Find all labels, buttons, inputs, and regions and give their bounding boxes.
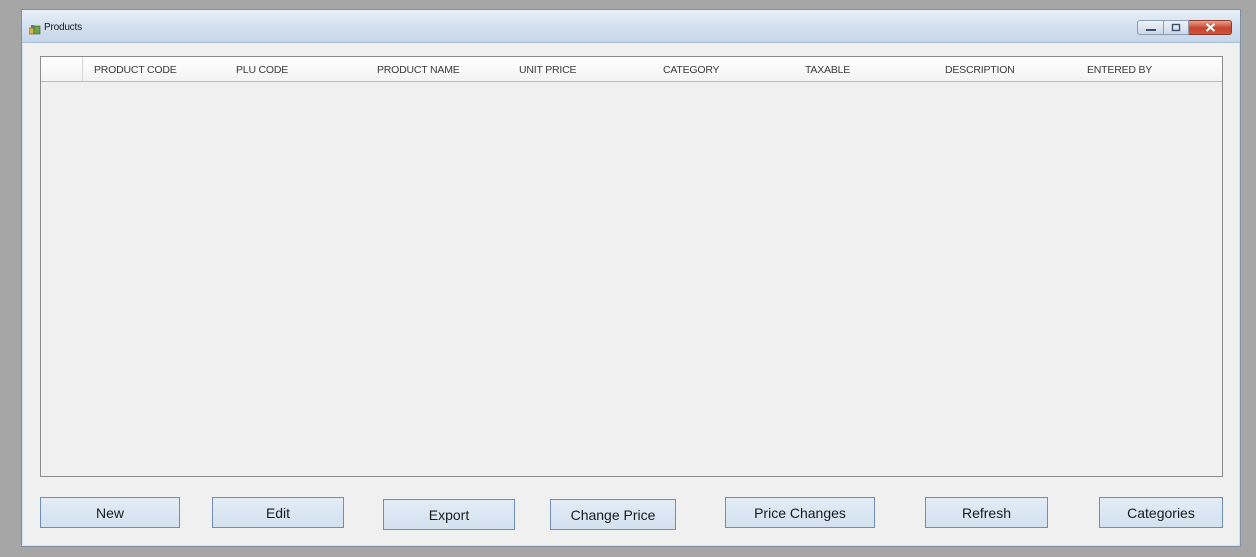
column-header-product-name[interactable]: PRODUCT NAME xyxy=(377,64,460,76)
window-title: Products xyxy=(44,22,82,33)
column-header-category[interactable]: CATEGORY xyxy=(663,64,720,76)
column-header-plu-code[interactable]: PLU CODE xyxy=(236,64,288,76)
column-header-unit-price[interactable]: UNIT PRICE xyxy=(519,64,577,76)
maximize-button[interactable] xyxy=(1164,20,1189,35)
column-header-description[interactable]: DESCRIPTION xyxy=(945,64,1015,76)
price-changes-button[interactable]: Price Changes xyxy=(725,497,875,528)
minimize-icon xyxy=(1145,19,1157,37)
products-grid[interactable]: PRODUCT CODE PLU CODE PRODUCT NAME UNIT … xyxy=(40,56,1223,477)
column-header-entered-by[interactable]: ENTERED BY xyxy=(1087,64,1152,76)
change-price-button[interactable]: Change Price xyxy=(550,499,676,530)
close-icon xyxy=(1205,19,1216,37)
title-bar[interactable]: Products xyxy=(22,10,1240,43)
minimize-button[interactable] xyxy=(1137,20,1164,35)
refresh-button[interactable]: Refresh xyxy=(925,497,1048,528)
caption-buttons xyxy=(1137,20,1232,36)
grid-header xyxy=(41,57,1222,82)
column-header-product-code[interactable]: PRODUCT CODE xyxy=(94,64,177,76)
categories-button[interactable]: Categories xyxy=(1099,497,1223,528)
row-header-corner[interactable] xyxy=(41,57,83,81)
edit-button[interactable]: Edit xyxy=(212,497,344,528)
export-button[interactable]: Export xyxy=(383,499,515,530)
new-button[interactable]: New xyxy=(40,497,180,528)
app-icon xyxy=(28,22,41,35)
close-button[interactable] xyxy=(1189,20,1232,35)
maximize-icon xyxy=(1171,19,1181,37)
products-window: Products PRODUCT CODE PLU CODE PRODUCT N… xyxy=(21,9,1241,547)
column-header-taxable[interactable]: TAXABLE xyxy=(805,64,850,76)
